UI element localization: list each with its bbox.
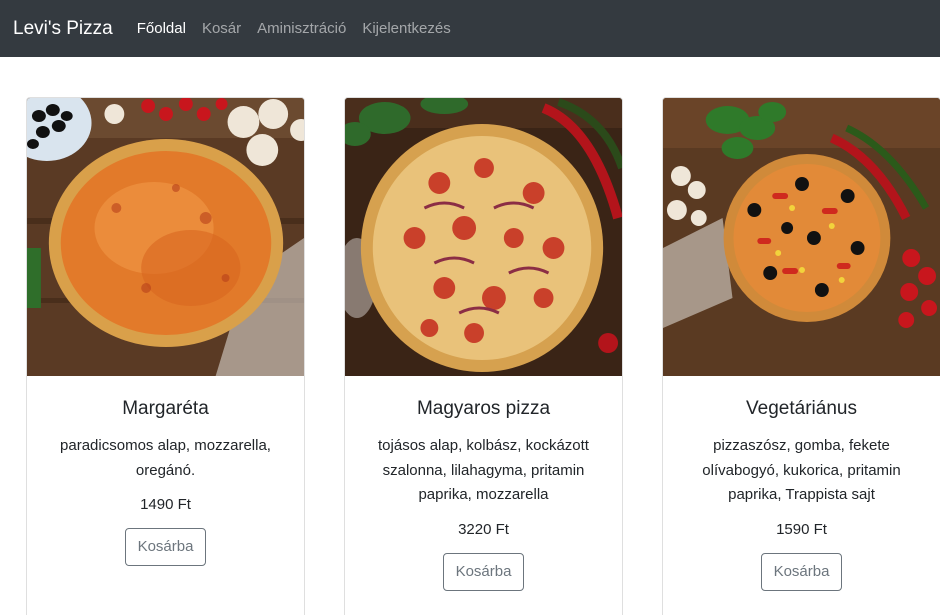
product-description: pizzaszósz, gomba, fekete olívabogyó, ku… xyxy=(702,437,901,503)
product-price: 1590 Ft xyxy=(776,520,827,538)
nav-link-logout[interactable]: Kijelentkezés xyxy=(362,21,450,36)
add-to-cart-button[interactable]: Kosárba xyxy=(760,552,843,591)
add-to-cart-button[interactable]: Kosárba xyxy=(442,552,525,591)
product-title: Vegetáriánus xyxy=(746,398,857,419)
nav-link-home[interactable]: Főoldal xyxy=(137,21,186,36)
product-description: tojásos alap, kolbász, kockázott szalonn… xyxy=(378,437,589,503)
product-title: Margaréta xyxy=(122,398,209,419)
product-price: 1490 Ft xyxy=(140,496,191,513)
product-description: paradicsomos alap, mozzarella, oregánó. xyxy=(60,437,271,479)
pizza-magyaros-photo xyxy=(345,98,622,376)
nav-link-cart[interactable]: Kosár xyxy=(202,21,241,36)
brand-logo[interactable]: Levi's Pizza xyxy=(13,19,113,38)
product-card-margareta: Margaréta paradicsomos alap, mozzarella,… xyxy=(26,97,305,615)
product-price: 3220 Ft xyxy=(458,520,509,538)
pizza-margareta-photo xyxy=(27,98,304,376)
product-title: Magyaros pizza xyxy=(416,398,551,419)
pizza-vegetarianus-photo xyxy=(663,98,940,376)
add-to-cart-button[interactable]: Kosárba xyxy=(124,528,207,566)
nav-link-admin[interactable]: Aminisztráció xyxy=(257,21,346,36)
product-card-magyaros: Magyaros pizza tojásos alap, kolbász, ko… xyxy=(344,97,623,615)
navbar: Levi's Pizza Főoldal Kosár Aminisztráció… xyxy=(0,0,940,57)
product-card-vegetarianus: Vegetáriánus pizzaszósz, gomba, fekete o… xyxy=(662,97,940,615)
